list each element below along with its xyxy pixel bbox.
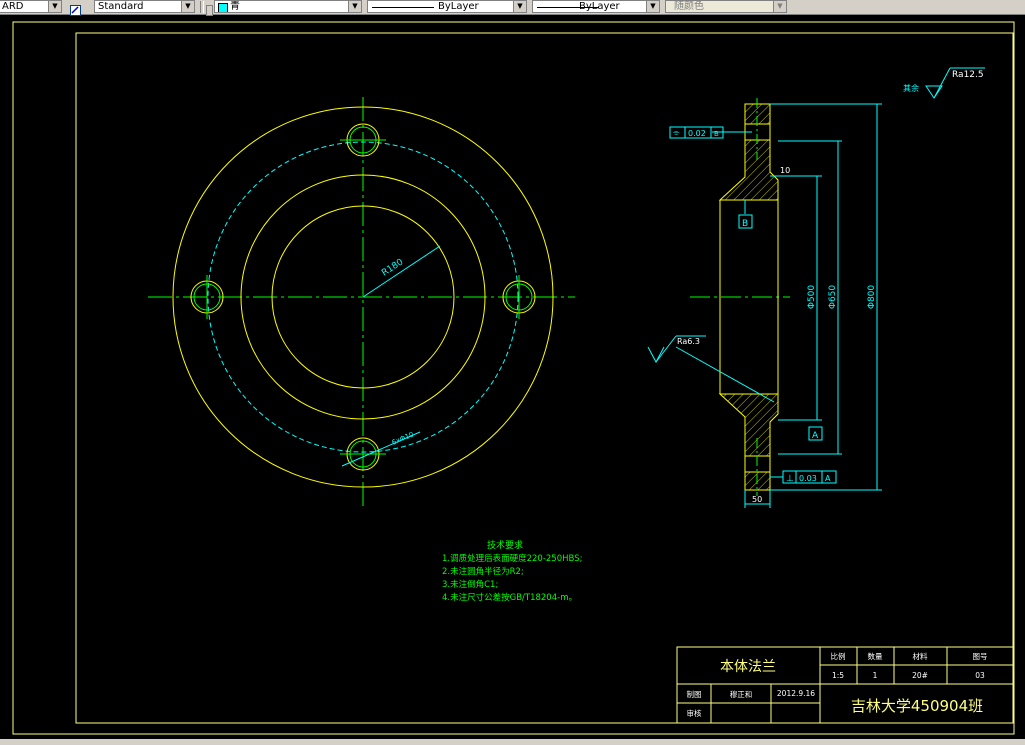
scale-value: 1:5 [832,671,844,680]
lineweight-value: ByLayer [579,1,620,12]
color-value: 青 [230,1,240,12]
flatness-tol: 0.02 [688,129,706,138]
dim-d650: Φ650 [828,285,838,310]
drawn-label: 制图 [687,689,702,699]
checked-label: 审核 [687,708,702,718]
roughness-general: Ra12.5 [952,70,984,80]
school-name: 吉林大学450904班 [851,697,983,715]
plotstyle-combo[interactable]: 随颜色 ▼ [665,0,787,13]
color-swatch [218,3,228,12]
drawing-no-value: 03 [975,671,985,680]
header-scale: 比例 [831,651,846,661]
status-strip [0,739,1025,745]
linetype-preview [372,7,434,8]
note-line: 4.未注尺寸公差按GB/T18204-m。 [442,592,577,603]
header-drawing-no: 图号 [973,652,988,661]
chevron-down-icon[interactable]: ▼ [513,1,526,12]
datum-b: B [742,219,748,229]
note-line: 1.调质处理后表面硬度220-250HBS; [442,553,582,564]
chevron-down-icon[interactable]: ▼ [773,1,786,12]
technical-notes: 技术要求 1.调质处理后表面硬度220-250HBS; 2.未注圆角半径为R2;… [442,539,582,603]
color-combo[interactable]: 青 ▼ [214,0,362,13]
roughness-symbol-tail [933,67,951,99]
perp-datum: A [825,474,831,483]
radius-dim-line [362,245,441,298]
linetype-combo[interactable]: ByLayer ▼ [367,0,527,13]
chevron-down-icon[interactable]: ▼ [348,1,361,12]
lineweight-combo[interactable]: ByLayer ▼ [532,0,660,13]
roughness-symbol-tail [655,335,677,363]
general-roughness: 其余 Ra12.5 [903,67,985,99]
roughness-bore: Ra6.3 [677,337,700,346]
drawing-canvas[interactable]: R180 6ⅹΦ10 Φ800 Φ650 Φ500 10 50 ⌯ 0.02 B… [0,15,1025,739]
chevron-down-icon[interactable]: ▼ [181,1,194,12]
part-name: 本体法兰 [720,659,776,675]
dimstyle-value: ARD [2,1,24,12]
perp-symbol: ⊥ [786,474,794,484]
dim-10: 10 [780,166,790,175]
flatness-symbol: ⌯ [673,128,680,137]
header-qty: 数量 [868,651,883,661]
dimstyle-combo[interactable]: ARD ▼ [0,0,62,13]
plotstyle-value: 随颜色 [674,1,704,12]
textstyle-icon[interactable] [70,1,81,16]
roughness-prefix: 其余 [903,83,919,93]
linetype-value: ByLayer [438,1,479,12]
dim-d800: Φ800 [867,285,877,310]
front-view: R180 6ⅹΦ10 [148,97,575,510]
textstyle-combo[interactable]: Standard ▼ [94,0,195,13]
note-line: 3.未注倒角C1; [442,579,498,590]
datum-a: A [812,431,819,441]
flatness-datum: B [714,130,719,138]
properties-toolbar: ARD ▼ Standard ▼ 青 ▼ ByLayer ▼ ByLayer ▼… [0,0,1025,16]
chevron-down-icon[interactable]: ▼ [48,1,61,12]
section-view: Φ800 Φ650 Φ500 10 50 ⌯ 0.02 B B A ⊥ 0.03… [647,98,882,508]
dim-d500: Φ500 [807,285,817,310]
header-material: 材料 [913,651,928,661]
drawn-by: 穆正和 [730,689,753,699]
perp-tol: 0.03 [799,474,817,483]
toolbar-separator [200,1,204,13]
upper-section-hatch [718,103,779,201]
radius-dim-text: R180 [380,257,405,278]
material-value: 20# [912,671,928,680]
chevron-down-icon[interactable]: ▼ [646,1,659,12]
textstyle-value: Standard [98,1,144,12]
lower-section-hatch [718,393,779,491]
dim-50: 50 [752,495,762,504]
inner-frame [75,32,1014,724]
note-line: 2.未注圆角半径为R2; [442,566,524,577]
outer-frame [12,21,1015,735]
qty-value: 1 [873,671,878,680]
drawn-date: 2012.9.16 [777,689,815,698]
notes-title: 技术要求 [487,539,523,551]
